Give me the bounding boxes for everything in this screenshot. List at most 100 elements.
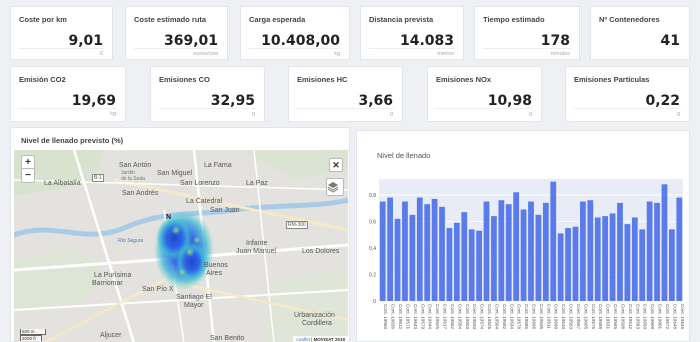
bar[interactable]: [409, 214, 416, 301]
kpi-card-contenedores: Nº Contenedores 41: [590, 6, 690, 60]
x-tick-label: Cont. 19565: [613, 304, 618, 329]
map-label: Aires: [206, 270, 222, 277]
bar[interactable]: [453, 222, 460, 301]
bar[interactable]: [439, 206, 445, 301]
x-tick-label: Cont. 19636: [539, 304, 544, 329]
map-label: La Paz: [246, 180, 268, 187]
x-tick-label: Cont. 19617: [443, 304, 448, 329]
kpi-unit: g: [676, 111, 680, 117]
bar[interactable]: [668, 229, 675, 301]
map-label: La Purísima: [94, 272, 132, 279]
bar[interactable]: [461, 212, 468, 301]
layers-button[interactable]: [326, 178, 344, 196]
map-label: La Albatalía: [44, 180, 81, 187]
bar[interactable]: [431, 198, 438, 301]
bar[interactable]: [624, 224, 631, 301]
kpi-value: 41: [660, 33, 680, 49]
x-tick-label: Cont. 19644: [428, 304, 433, 329]
bar[interactable]: [491, 216, 497, 301]
map-label: Infante: [246, 240, 268, 247]
map-panel-title: Nivel de llenado previsto (%): [21, 136, 124, 145]
x-tick-label: Cont. 19578: [517, 304, 522, 329]
bar[interactable]: [535, 214, 542, 301]
bar[interactable]: [402, 201, 408, 301]
bar[interactable]: [416, 197, 423, 301]
map-label: N: [166, 214, 172, 221]
bar[interactable]: [654, 202, 660, 301]
map-attribution: Leaflet | MOVISAT 2019: [293, 336, 348, 342]
chart-panel: Nivel de llenado 0 0.2 0.4 0.6 0.8 Cont. 1956…: [356, 130, 690, 342]
x-tick-label: Cont. 19812: [398, 304, 403, 329]
kpi-value: 32,95: [210, 93, 255, 109]
bar[interactable]: [646, 201, 653, 301]
x-tick-label: Cont. 19603: [465, 304, 470, 329]
bar[interactable]: [468, 229, 475, 301]
bar[interactable]: [565, 228, 571, 301]
bar[interactable]: [446, 228, 453, 301]
x-tick-label: Cont. 19585: [524, 304, 529, 329]
kpi-unit: €: [99, 51, 103, 57]
x-tick-label: Cont. 19648: [672, 304, 677, 329]
kpi-unit: kg: [110, 111, 116, 117]
bar[interactable]: [387, 197, 394, 301]
kpi-card-particulas: Emisiones Partículas 0,22 g: [565, 66, 690, 122]
map-label: Urbanización: [294, 312, 335, 319]
kpi-value: 10.408,00: [261, 33, 340, 49]
x-tick-label: Cont. 19564: [494, 304, 499, 329]
x-tick-label: Cont. 19605: [583, 304, 588, 329]
bar[interactable]: [542, 202, 549, 301]
bar[interactable]: [505, 204, 512, 301]
bar[interactable]: [483, 201, 490, 301]
bar[interactable]: [639, 229, 646, 301]
kpi-label: Coste por km: [19, 15, 67, 24]
bar[interactable]: [394, 218, 401, 301]
bar[interactable]: [498, 200, 505, 301]
bar[interactable]: [617, 202, 623, 301]
bar[interactable]: [572, 226, 579, 301]
bar[interactable]: [476, 230, 482, 301]
map-label: San Benito: [210, 335, 245, 342]
fill-level-bar-chart: 00.20.40.60.8Cont. 19560 Cont. 19636 Cont.…: [369, 179, 685, 329]
map-view[interactable]: San Antón La Fama San Miguel Jardín de l…: [14, 150, 348, 342]
x-tick-label: Cont. 19592: [502, 304, 507, 329]
kpi-label: Emisiones NOx: [436, 75, 492, 84]
kpi-card-co: Emisiones CO 32,95 g: [150, 66, 265, 122]
bar[interactable]: [520, 209, 527, 302]
kpi-label: Coste estimado ruta: [134, 15, 207, 24]
bar[interactable]: [550, 181, 557, 301]
x-tick-label: Cont. 19636: [391, 304, 396, 329]
kpi-card-coste-km: Coste por km 9,01 €: [10, 6, 113, 60]
zoom-out-button[interactable]: −: [21, 169, 35, 183]
map-label: Aljucer: [100, 332, 122, 339]
bar[interactable]: [424, 204, 431, 301]
x-tick-label: Cont. 19583: [635, 304, 640, 329]
bar[interactable]: [587, 200, 594, 301]
map-label: Río Segura: [118, 238, 144, 244]
map-label: RM-300: [286, 221, 308, 229]
bar[interactable]: [528, 201, 534, 301]
x-tick-label: Cont. 19611: [546, 304, 551, 329]
kpi-label: Emisiones CO: [159, 75, 210, 84]
bar[interactable]: [594, 217, 601, 301]
x-tick-label: Cont. 19588: [598, 304, 603, 329]
leaflet-link[interactable]: Leaflet: [296, 337, 310, 342]
zoom-in-button[interactable]: +: [21, 155, 35, 169]
kpi-label: Distancia prevista: [369, 15, 434, 24]
bar[interactable]: [602, 216, 609, 301]
x-tick-label: Cont. 19575: [591, 304, 596, 329]
x-tick-label: Cont. 19598: [620, 304, 625, 329]
bar[interactable]: [580, 201, 586, 301]
bar[interactable]: [631, 217, 638, 301]
bar[interactable]: [557, 233, 564, 301]
kpi-label: Tiempo estimado: [483, 15, 545, 24]
bar[interactable]: [661, 184, 668, 301]
bar[interactable]: [379, 201, 386, 301]
bar[interactable]: [513, 192, 520, 301]
kpi-card-distancia: Distancia prevista 14.083 metros: [360, 6, 464, 60]
bar[interactable]: [676, 197, 683, 301]
x-tick-label: Cont. 19560: [383, 304, 388, 329]
fullscreen-button[interactable]: ✕: [329, 158, 343, 172]
bar[interactable]: [609, 213, 616, 301]
kpi-unit: g: [251, 111, 255, 117]
map-label: Buenos: [204, 262, 228, 269]
